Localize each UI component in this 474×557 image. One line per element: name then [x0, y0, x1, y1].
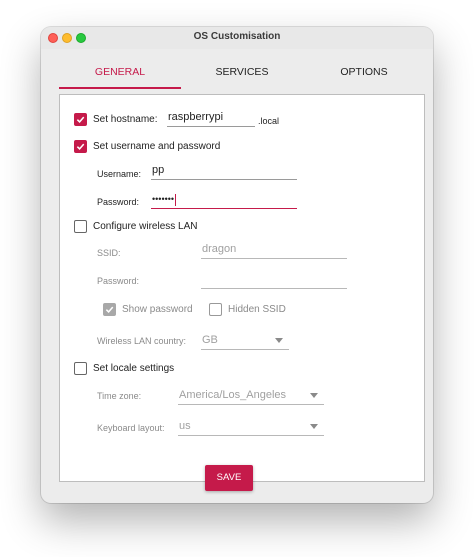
hidden-ssid-checkbox[interactable] — [209, 303, 222, 316]
password-label: Password: — [97, 197, 140, 207]
set-username-password-label: Set username and password — [93, 141, 221, 152]
username-label: Username: — [97, 169, 142, 179]
show-password-label: Show password — [122, 304, 193, 315]
hostname-suffix: .local — [258, 116, 280, 126]
hidden-ssid-row: Hidden SSID — [209, 303, 286, 316]
keyboard-layout-select[interactable]: us — [178, 418, 324, 436]
checkmark-icon — [105, 306, 114, 313]
chevron-down-icon — [275, 338, 283, 343]
text-caret — [175, 193, 177, 206]
timezone-select[interactable]: America/Los_Angeles — [178, 387, 324, 405]
password-dots: ••••••• — [152, 194, 175, 204]
username-input[interactable]: pp — [151, 162, 297, 180]
keyboard-layout-value: us — [179, 420, 191, 432]
timezone-label: Time zone: — [97, 391, 142, 401]
set-locale-row: Set locale settings — [74, 362, 174, 375]
general-panel: Set hostname: raspberrypi .local Set use… — [59, 94, 425, 482]
wifi-country-select[interactable]: GB — [201, 332, 289, 350]
os-customisation-window: OS Customisation GENERAL SERVICES OPTION… — [41, 27, 433, 503]
window-title: OS Customisation — [193, 31, 281, 42]
configure-wireless-checkbox[interactable] — [74, 220, 87, 233]
chevron-down-icon — [310, 393, 318, 398]
hidden-ssid-label: Hidden SSID — [228, 304, 286, 315]
show-password-checkbox[interactable] — [103, 303, 116, 316]
tab-services[interactable]: SERVICES — [181, 57, 303, 91]
set-username-row: Set username and password — [74, 140, 220, 153]
configure-wireless-row: Configure wireless LAN — [74, 220, 198, 233]
show-password-row: Show password — [103, 303, 193, 316]
set-username-password-checkbox[interactable] — [74, 140, 87, 153]
set-hostname-row: Set hostname: — [74, 113, 157, 126]
wifi-password-label: Password: — [97, 276, 140, 286]
checkmark-icon — [76, 116, 85, 123]
title-bar: OS Customisation — [41, 27, 433, 49]
ssid-input[interactable]: dragon — [201, 241, 347, 259]
tab-bar: GENERAL SERVICES OPTIONS — [59, 57, 425, 91]
hostname-input[interactable]: raspberrypi — [167, 109, 255, 127]
set-locale-label: Set locale settings — [93, 363, 175, 374]
chevron-down-icon — [310, 424, 318, 429]
save-button[interactable]: SAVE — [205, 465, 253, 491]
wifi-country-value: GB — [202, 334, 218, 346]
ssid-label: SSID: — [97, 248, 121, 258]
wifi-password-input[interactable] — [201, 271, 347, 289]
timezone-value: America/Los_Angeles — [179, 389, 287, 401]
tab-general[interactable]: GENERAL — [59, 57, 181, 91]
keyboard-layout-label: Keyboard layout: — [97, 423, 165, 433]
tab-options[interactable]: OPTIONS — [303, 57, 425, 91]
set-hostname-label: Set hostname: — [93, 114, 158, 125]
password-input[interactable]: ••••••• — [151, 191, 297, 209]
set-locale-checkbox[interactable] — [74, 362, 87, 375]
checkmark-icon — [76, 143, 85, 150]
set-hostname-checkbox[interactable] — [74, 113, 87, 126]
wifi-country-label: Wireless LAN country: — [97, 336, 187, 346]
configure-wireless-label: Configure wireless LAN — [93, 221, 198, 232]
